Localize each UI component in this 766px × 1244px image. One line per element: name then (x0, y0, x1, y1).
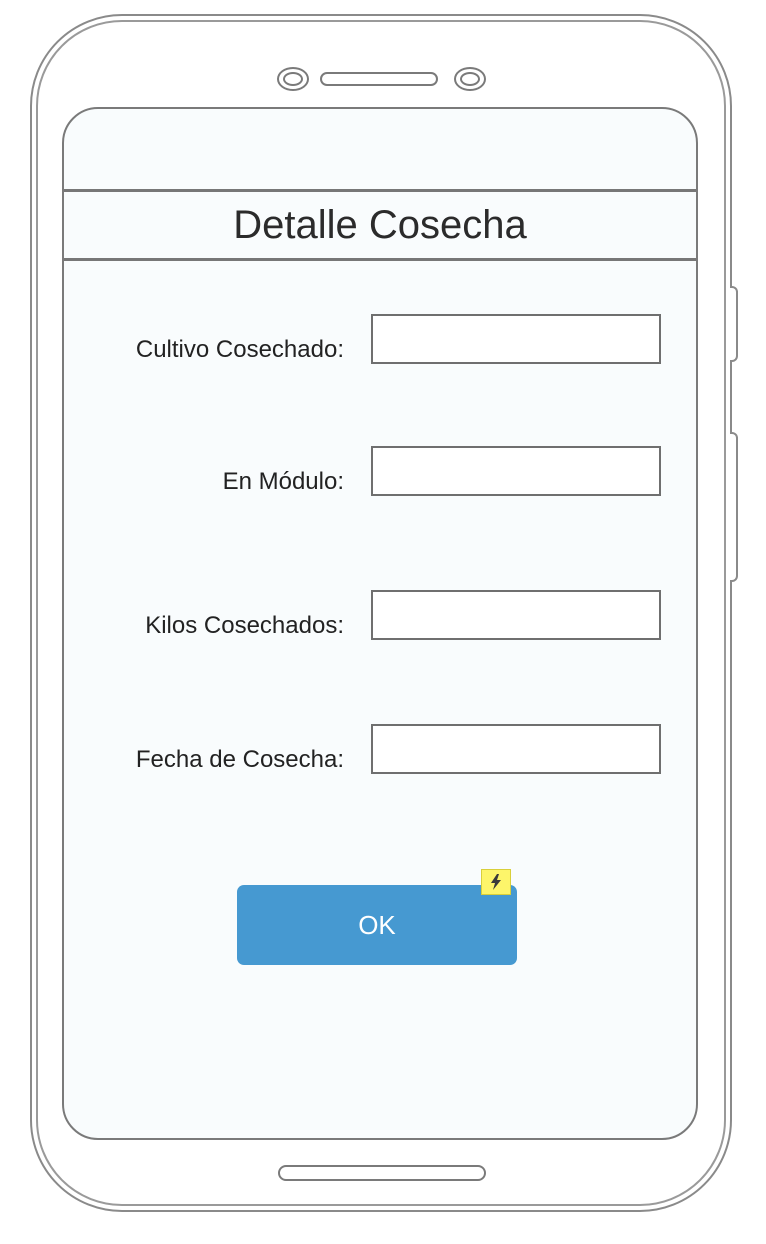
ok-button[interactable]: OK (237, 885, 517, 965)
front-camera-right-icon (454, 67, 486, 91)
fecha-cosecha-input[interactable] (371, 724, 661, 774)
lightning-bolt-icon (481, 869, 511, 895)
form-row-kilos: Kilos Cosechados: (64, 590, 696, 640)
cultivo-cosechado-input[interactable] (371, 314, 661, 364)
page-title: Detalle Cosecha (233, 202, 527, 247)
fecha-label: Fecha de Cosecha: (135, 746, 344, 774)
cultivo-label: Cultivo Cosechado: (135, 336, 344, 364)
ok-button-label: OK (358, 909, 396, 940)
side-button-upper (730, 286, 738, 362)
form-row-fecha: Fecha de Cosecha: (64, 724, 696, 774)
phone-screen: Detalle Cosecha Cultivo Cosechado: En Mó… (62, 107, 698, 1140)
form-row-cultivo: Cultivo Cosechado: (64, 314, 696, 364)
kilos-cosechados-input[interactable] (371, 590, 661, 640)
home-indicator[interactable] (278, 1165, 486, 1181)
front-camera-left-icon (277, 67, 309, 91)
modulo-label: En Módulo: (222, 468, 344, 496)
form-row-modulo: En Módulo: (64, 446, 696, 496)
kilos-label: Kilos Cosechados: (145, 612, 344, 640)
speaker-grille (320, 72, 438, 86)
side-button-lower (730, 432, 738, 582)
header-bar: Detalle Cosecha (64, 189, 696, 261)
en-modulo-input[interactable] (371, 446, 661, 496)
